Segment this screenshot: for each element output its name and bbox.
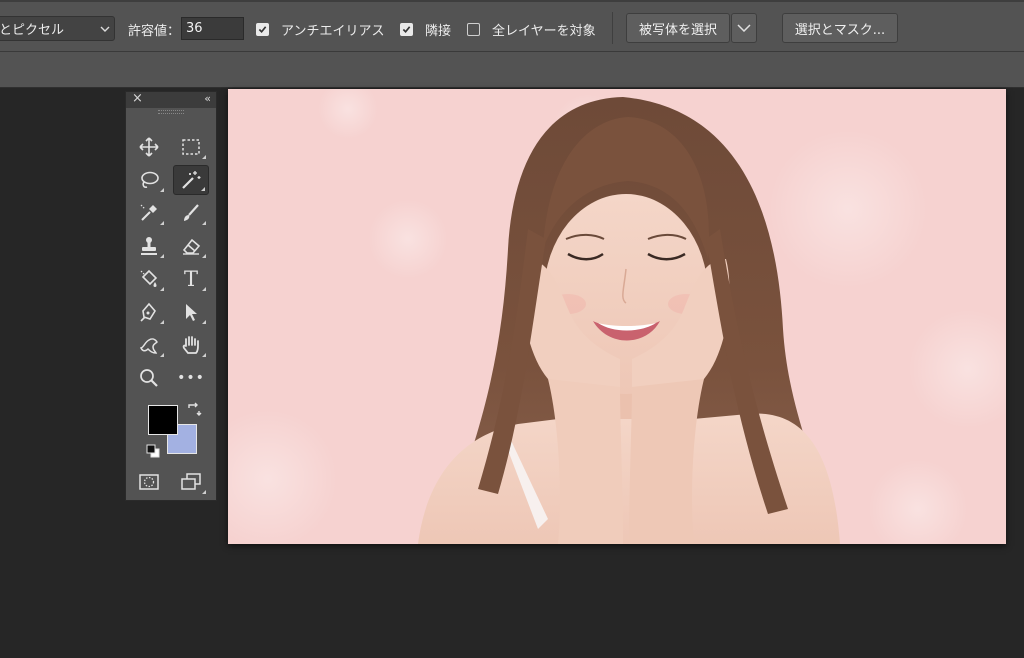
- eraser-icon: [182, 238, 201, 255]
- screen-mode-button[interactable]: [173, 467, 209, 497]
- magic-wand-tool[interactable]: [173, 165, 209, 195]
- move-icon: [139, 137, 159, 157]
- eraser-tool[interactable]: [173, 231, 209, 261]
- quick-mask-icon: [139, 474, 159, 490]
- foreground-color-swatch[interactable]: [148, 405, 178, 435]
- document-tab-bar: [0, 52, 1024, 88]
- screen-mode-icon: [181, 473, 201, 490]
- path-selection-tool[interactable]: [173, 297, 209, 327]
- paint-bucket-icon: [140, 269, 158, 287]
- more-tools-icon: •••: [177, 370, 205, 386]
- clone-stamp-tool[interactable]: [131, 231, 167, 261]
- options-divider: [612, 12, 613, 44]
- paint-bucket-tool[interactable]: [131, 264, 167, 294]
- title-bar-edge: [0, 0, 1024, 2]
- magic-wand-icon: [182, 171, 201, 189]
- eyedropper-tool[interactable]: [131, 198, 167, 228]
- chevron-down-icon: [737, 24, 751, 32]
- puppet-warp-icon: [139, 338, 158, 354]
- check-icon: [256, 22, 269, 36]
- select-and-mask-button[interactable]: 選択とマスク...: [782, 13, 898, 43]
- type-icon: T: [183, 267, 198, 291]
- tolerance-input[interactable]: [181, 17, 244, 40]
- tools-panel-header[interactable]: × ‹‹: [126, 91, 216, 108]
- more-tools-button[interactable]: •••: [173, 363, 209, 393]
- rectangular-marquee-tool[interactable]: [173, 132, 209, 162]
- unchecked-box-icon: [467, 22, 480, 36]
- pen-tool[interactable]: [131, 297, 167, 327]
- type-tool[interactable]: T: [173, 264, 209, 294]
- portrait-photo: [228, 89, 1006, 544]
- all-layers-checkbox[interactable]: 全レイヤーを対象: [467, 15, 596, 43]
- close-icon[interactable]: ×: [132, 91, 143, 106]
- hand-icon: [182, 336, 199, 354]
- pen-icon: [140, 302, 156, 322]
- antialias-label: アンチエイリアス: [281, 23, 385, 39]
- quick-mask-button[interactable]: [131, 467, 167, 497]
- panel-grip[interactable]: [126, 108, 216, 116]
- rectangular-marquee-icon: [182, 139, 200, 155]
- contiguous-checkbox[interactable]: 隣接: [400, 15, 451, 43]
- all-layers-label: 全レイヤーを対象: [492, 23, 596, 39]
- document-canvas[interactable]: [228, 89, 1006, 544]
- lasso-tool[interactable]: [131, 165, 167, 195]
- contiguous-label: 隣接: [425, 23, 452, 39]
- lasso-icon: [141, 171, 159, 188]
- clone-stamp-icon: [141, 237, 157, 255]
- select-subject-button[interactable]: 被写体を選択: [626, 13, 730, 43]
- zoom-tool[interactable]: [131, 363, 167, 393]
- check-icon: [400, 22, 413, 36]
- options-bar: とピクセル 許容値： アンチエイリアス 隣接 全レイヤーを対象 被写体を選択 選…: [0, 0, 1024, 52]
- sample-size-select[interactable]: とピクセル: [0, 16, 115, 41]
- select-subject-dropdown[interactable]: [731, 13, 757, 43]
- tolerance-label: 許容値：: [128, 23, 181, 39]
- eyedropper-icon: [140, 204, 157, 221]
- chevron-down-icon: [96, 26, 114, 32]
- antialias-checkbox[interactable]: アンチエイリアス: [256, 15, 384, 43]
- puppet-warp-tool[interactable]: [131, 330, 167, 360]
- hand-tool[interactable]: [173, 330, 209, 360]
- brush-icon: [184, 204, 199, 221]
- collapse-icon[interactable]: ‹‹: [204, 92, 211, 105]
- zoom-icon: [140, 369, 158, 387]
- tools-panel: × ‹‹ T •••: [125, 91, 217, 501]
- sample-size-value: とピクセル: [0, 23, 65, 38]
- swap-colors-icon[interactable]: [186, 402, 202, 418]
- default-colors-icon[interactable]: [146, 443, 160, 458]
- path-selection-icon: [186, 304, 197, 321]
- brush-tool[interactable]: [173, 198, 209, 228]
- move-tool[interactable]: [131, 132, 167, 162]
